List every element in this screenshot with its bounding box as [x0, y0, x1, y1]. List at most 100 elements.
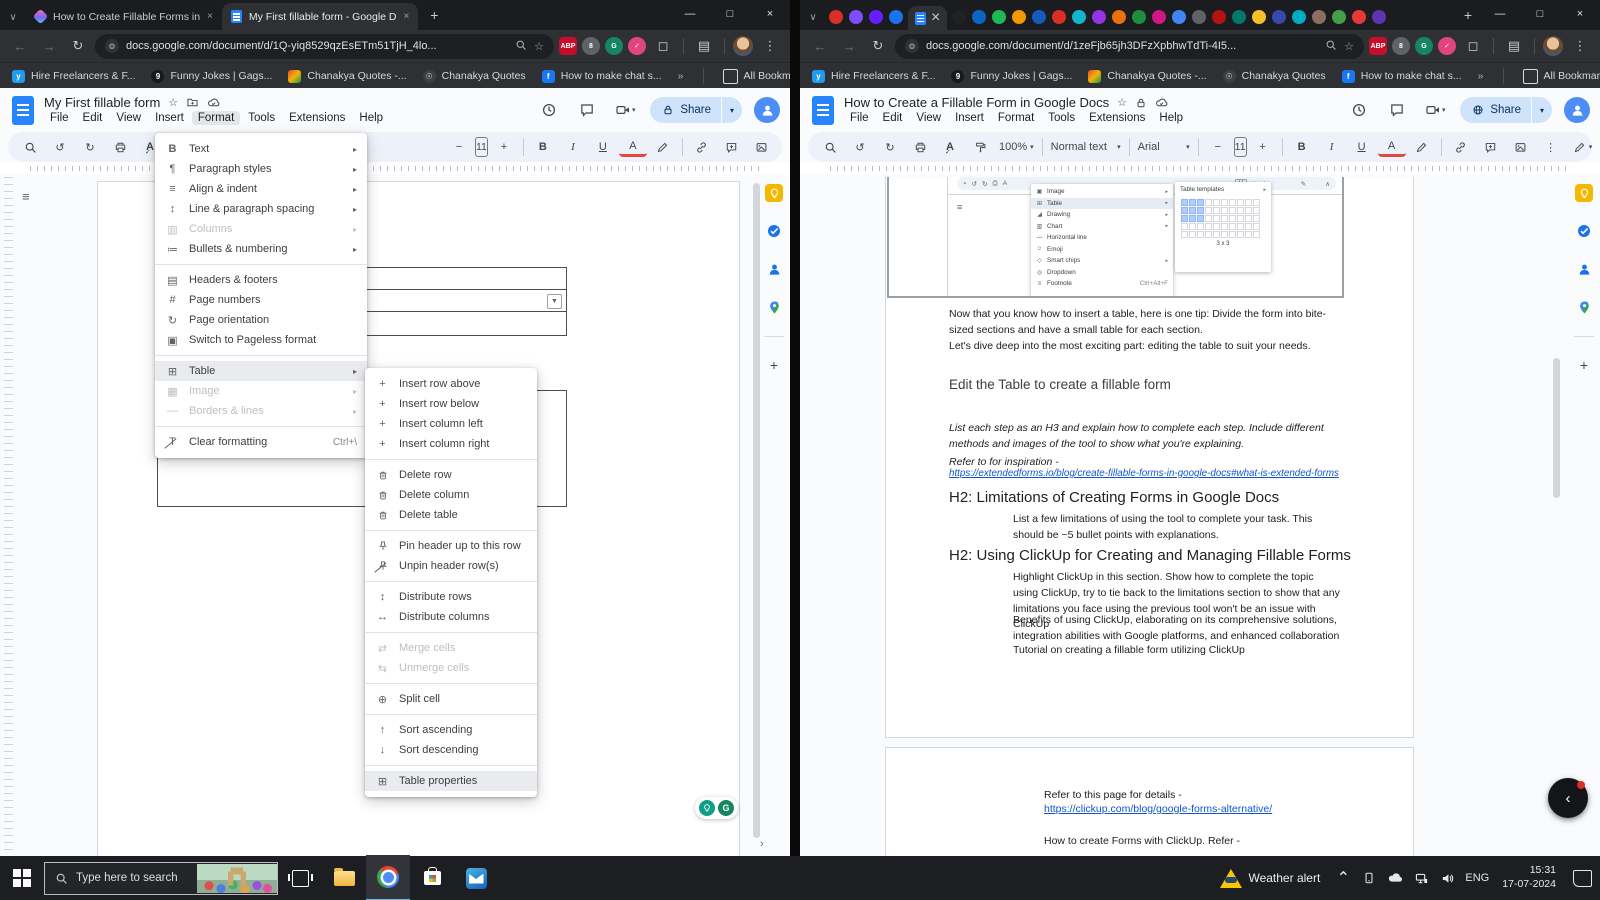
extension-icon[interactable]: 8	[582, 37, 600, 55]
menu-view[interactable]: View	[110, 111, 147, 125]
menu-item-delete-row[interactable]: Delete row	[365, 465, 537, 485]
highlight-color-icon[interactable]	[1408, 135, 1436, 159]
menu-item-delete-column[interactable]: Delete column	[365, 485, 537, 505]
hyperlink[interactable]: https://extendedforms.io/blog/create-fil…	[949, 467, 1341, 482]
pinned-tab-favicon[interactable]	[952, 10, 966, 24]
tray-expand-chevron-icon[interactable]: ⌃	[1330, 856, 1356, 900]
google-contacts-icon[interactable]	[1575, 260, 1593, 278]
zoom-page-icon[interactable]	[1325, 39, 1337, 54]
paragraph[interactable]: How to create Forms with ClickUp. Refer …	[1044, 834, 1344, 850]
heading-h3[interactable]: Edit the Table to create a fillable form	[949, 377, 1171, 392]
pinned-tab-favicon[interactable]	[1372, 10, 1386, 24]
horizontal-ruler[interactable]	[0, 162, 790, 175]
bookmark-item[interactable]: ☉Chanakya Quotes	[423, 70, 526, 83]
google-keep-icon[interactable]	[765, 184, 783, 202]
font-size-increase-icon[interactable]: +	[1249, 135, 1277, 159]
cell-dropdown-icon[interactable]: ▼	[547, 294, 562, 309]
all-bookmarks-button[interactable]: All Bookmarks	[723, 69, 791, 84]
undo-icon[interactable]: ↺	[46, 135, 74, 159]
language-indicator[interactable]: ENG	[1460, 856, 1494, 900]
paragraph[interactable]: Benefits of using ClickUp, elaborating o…	[1013, 613, 1341, 645]
new-tab-button[interactable]: +	[422, 3, 446, 27]
google-docs-logo-icon[interactable]	[810, 93, 836, 127]
grammarly-widget[interactable]: G	[695, 797, 738, 819]
pinned-tab-favicon[interactable]	[1232, 10, 1246, 24]
tab-search-chevron-icon[interactable]: ∨	[0, 4, 26, 30]
menu-insert[interactable]: Insert	[149, 111, 190, 125]
comments-icon[interactable]	[574, 97, 600, 123]
undo-icon[interactable]: ↺	[846, 135, 874, 159]
menu-item-insert-column-right[interactable]: +Insert column right	[365, 434, 537, 454]
insert-image-icon[interactable]	[1507, 135, 1535, 159]
menu-item-headers-footers[interactable]: ▤Headers & footers	[155, 270, 367, 290]
text-color-icon[interactable]: A	[1378, 138, 1406, 157]
document-scrollbar[interactable]	[753, 183, 760, 838]
hyperlink[interactable]: https://clickup.com/blog/google-forms-al…	[1044, 802, 1344, 818]
pinned-tab-favicon[interactable]	[1292, 10, 1306, 24]
mail-button[interactable]	[454, 856, 498, 900]
document-title[interactable]: My First fillable form	[44, 95, 160, 110]
google-keep-icon[interactable]	[1575, 184, 1593, 202]
bold-icon[interactable]: B	[1288, 135, 1316, 159]
underline-icon[interactable]: U	[589, 135, 617, 159]
all-bookmarks-button[interactable]: All Bookmarks	[1523, 69, 1600, 84]
italic-icon[interactable]: I	[1318, 135, 1346, 159]
print-icon[interactable]	[106, 135, 134, 159]
bookmark-item[interactable]: fHow to make chat s...	[1342, 70, 1462, 83]
pinned-tab-favicon[interactable]	[1332, 10, 1346, 24]
menu-edit[interactable]: Edit	[877, 111, 909, 125]
reload-icon[interactable]: ↻	[66, 34, 90, 58]
share-dropdown-icon[interactable]: ▾	[721, 97, 742, 123]
pinned-tab-favicon[interactable]	[992, 10, 1006, 24]
bookmark-item[interactable]: yHire Freelancers & F...	[812, 70, 935, 83]
menu-file[interactable]: File	[844, 111, 875, 125]
paragraph-style-select[interactable]: Normal text▾	[1048, 135, 1124, 159]
pinned-tab-favicon[interactable]	[1012, 10, 1026, 24]
pinned-tab-favicon[interactable]	[1172, 10, 1186, 24]
get-addons-plus-icon[interactable]: +	[770, 357, 778, 373]
google-maps-icon[interactable]	[765, 298, 783, 316]
approvals-lock-icon[interactable]	[1135, 97, 1147, 109]
pinned-tab-favicon[interactable]	[849, 10, 863, 24]
menu-item-pageless[interactable]: ▣Switch to Pageless format	[155, 330, 367, 350]
google-contacts-icon[interactable]	[765, 260, 783, 278]
google-tasks-icon[interactable]	[765, 222, 783, 240]
paint-format-icon[interactable]	[966, 135, 994, 159]
bold-icon[interactable]: B	[529, 135, 557, 159]
bookmark-item[interactable]: Chanakya Quotes -...	[1088, 70, 1206, 83]
pinned-tab-favicon[interactable]	[1212, 10, 1226, 24]
extension-icon[interactable]: ✓	[1438, 37, 1456, 55]
expand-corner-chevron-icon[interactable]: ›	[760, 838, 764, 850]
menu-view[interactable]: View	[910, 111, 947, 125]
menu-item-align-indent[interactable]: ≡Align & indent▸	[155, 179, 367, 199]
menu-tools[interactable]: Tools	[1042, 111, 1081, 125]
maximize-button[interactable]: □	[710, 0, 750, 28]
font-size-increase-icon[interactable]: +	[490, 135, 518, 159]
pinned-tab-favicon[interactable]	[1152, 10, 1166, 24]
pinned-tab-favicon[interactable]	[889, 10, 903, 24]
more-toolbar-icon[interactable]: ⋮	[778, 135, 790, 159]
zoom-page-icon[interactable]	[515, 39, 527, 54]
weather-alert-icon[interactable]	[1214, 856, 1248, 900]
google-maps-icon[interactable]	[1575, 298, 1593, 316]
menu-format-open[interactable]: Format	[192, 111, 240, 125]
extensions-puzzle-icon[interactable]: ◻	[1461, 34, 1485, 58]
weather-alert-label[interactable]: Weather alert	[1248, 871, 1320, 885]
browser-tab-active-docs[interactable]: My First fillable form - Google D ×	[222, 3, 418, 30]
font-size-decrease-icon[interactable]: −	[1204, 135, 1232, 159]
suggestion-bulb-icon[interactable]	[699, 800, 715, 816]
site-info-icon[interactable]: ⚙	[105, 39, 119, 53]
menu-item-insert-column-left[interactable]: +Insert column left	[365, 414, 537, 434]
italic-icon[interactable]: I	[559, 135, 587, 159]
pinned-tab-favicon[interactable]	[1092, 10, 1106, 24]
tab-search-chevron-icon[interactable]: ∨	[800, 4, 826, 30]
menu-item-pin-header[interactable]: Pin header up to this row	[365, 536, 537, 556]
bookmark-star-icon[interactable]: ☆	[1344, 40, 1354, 53]
browser-profile-avatar[interactable]	[733, 36, 753, 56]
browser-tab-clickup[interactable]: How to Create Fillable Forms in ×	[26, 3, 222, 30]
bookmarks-overflow-chevron[interactable]: »	[678, 70, 684, 82]
close-button[interactable]: ×	[750, 0, 790, 28]
bookmark-star-icon[interactable]: ☆	[534, 40, 544, 53]
bookmark-item[interactable]: yHire Freelancers & F...	[12, 70, 135, 83]
menu-item-table-highlighted[interactable]: ⊞Table▸	[155, 361, 367, 381]
